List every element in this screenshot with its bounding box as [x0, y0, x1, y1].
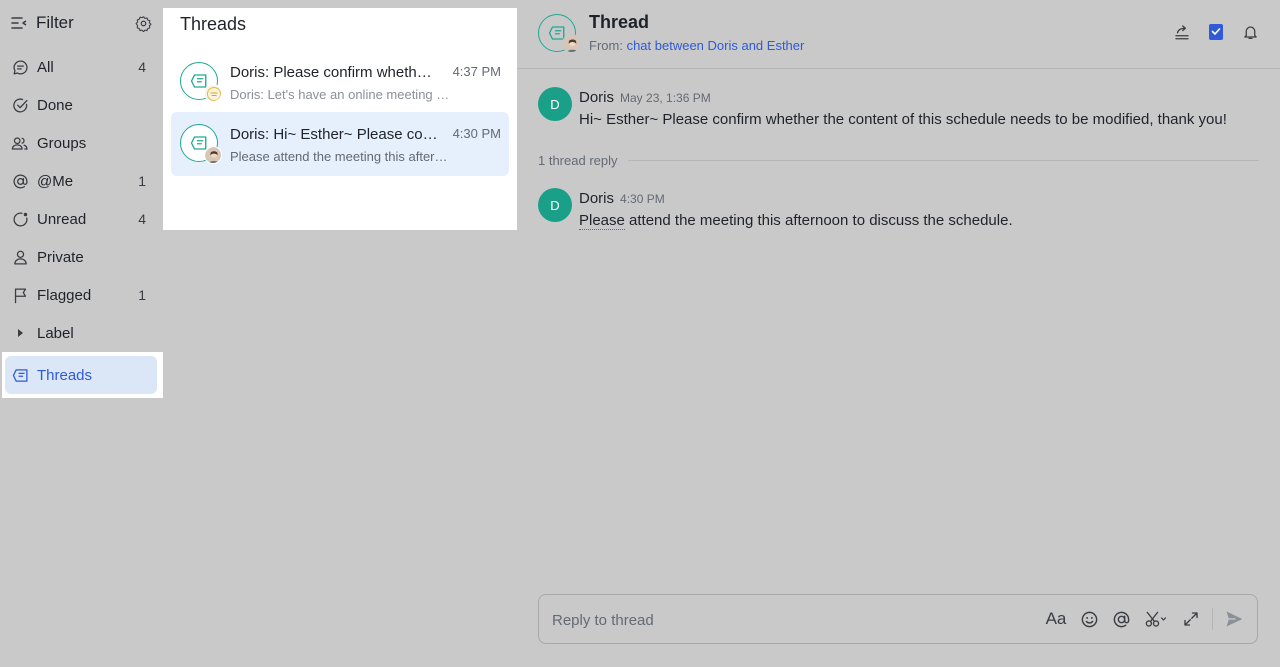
- thread-list-panel: Threads Doris: Please confirm whether th…: [163, 8, 517, 230]
- message-body: Hi~ Esther~ Please confirm whether the c…: [579, 111, 1227, 128]
- sidebar: Filter All 4 Done Groups @Me 1 Unread 4 …: [0, 0, 163, 667]
- toolbar-separator: [1212, 608, 1213, 630]
- sidebar-list: All 4 Done Groups @Me 1 Unread 4 Private: [0, 48, 163, 398]
- sidebar-item-unread[interactable]: Unread 4: [0, 200, 163, 238]
- flag-icon: [11, 286, 29, 304]
- group-avatar-icon: [204, 84, 222, 102]
- thread-preview: Doris: Let's have an online meeting to d…: [230, 87, 452, 102]
- user-avatar-icon: [204, 146, 222, 164]
- thread-view: Thread From: chat between Doris and Esth…: [517, 0, 1280, 667]
- thread-icon: [11, 366, 29, 384]
- thread-name: Doris: Hi~ Esther~ Please confirm whethe…: [230, 126, 440, 143]
- send-icon[interactable]: [1223, 607, 1245, 631]
- thread-list: Threads Doris: Please confirm whether th…: [163, 0, 517, 667]
- message-time: May 23, 1:36 PM: [620, 91, 711, 105]
- reply-count: 1 thread reply: [538, 152, 618, 168]
- sidebar-item-label: Label: [37, 324, 74, 342]
- thread-actions: [1172, 22, 1260, 42]
- expand-icon[interactable]: [1180, 607, 1202, 631]
- sidebar-item-label: Unread: [37, 210, 87, 228]
- sidebar-item-all[interactable]: All 4: [0, 48, 163, 86]
- reply-divider: 1 thread reply: [538, 152, 1259, 168]
- message-author-line: Doris 4:30 PM: [579, 190, 665, 207]
- sidebar-item-label: All: [37, 58, 54, 76]
- sidebar-item-label: @Me: [37, 172, 74, 190]
- text-format-icon[interactable]: Aa: [1044, 607, 1068, 631]
- reply-composer: Aa: [538, 594, 1258, 644]
- source-chat-link[interactable]: chat between Doris and Esther: [627, 38, 805, 53]
- filter-title: Filter: [36, 13, 74, 32]
- sidebar-item-threads[interactable]: Threads: [2, 352, 163, 398]
- sidebar-item-private[interactable]: Private: [0, 238, 163, 276]
- sidebar-item-count: 4: [138, 59, 146, 75]
- from-label: From:: [589, 38, 623, 53]
- sidebar-item-label: Threads: [37, 366, 93, 384]
- filter-icon[interactable]: [10, 14, 28, 32]
- sidebar-item-done[interactable]: Done: [0, 86, 163, 124]
- bookmark-icon[interactable]: [1206, 22, 1226, 42]
- message-body-rest: attend the meeting this afternoon to dis…: [624, 212, 1013, 229]
- thread-title: Thread: [589, 12, 650, 32]
- check-circle-icon: [11, 96, 29, 114]
- emoji-icon[interactable]: [1078, 607, 1100, 631]
- message-time: 4:30 PM: [620, 192, 665, 206]
- thread-list-item[interactable]: Doris: Please confirm whether the conten…: [171, 50, 509, 114]
- message-author[interactable]: Doris: [579, 190, 614, 207]
- sidebar-item-label: Groups: [37, 134, 87, 152]
- bell-icon[interactable]: [1240, 22, 1260, 42]
- composer-tools: Aa: [1034, 607, 1245, 631]
- avatar[interactable]: D: [538, 188, 572, 222]
- thread-time: 4:30 PM: [452, 126, 501, 141]
- thread-header: Thread From: chat between Doris and Esth…: [517, 0, 1280, 69]
- sidebar-item-label: Flagged: [37, 286, 92, 304]
- thread-source: From: chat between Doris and Esther: [589, 38, 804, 53]
- sidebar-item-flagged[interactable]: Flagged 1: [0, 276, 163, 314]
- chat-bubble-icon: [11, 58, 29, 76]
- caret-right-icon[interactable]: [11, 324, 29, 342]
- divider-line: [627, 159, 1259, 161]
- sidebar-item-count: 1: [138, 173, 146, 189]
- read-status-word[interactable]: Please: [579, 212, 625, 230]
- sidebar-item-label-group[interactable]: Label: [0, 314, 163, 352]
- sidebar-item-groups[interactable]: Groups: [0, 124, 163, 162]
- sidebar-header: Filter: [10, 12, 152, 34]
- share-icon[interactable]: [1172, 22, 1192, 42]
- thread-list-item-selected[interactable]: Doris: Hi~ Esther~ Please confirm whethe…: [171, 112, 509, 176]
- sidebar-item-label: Private: [37, 248, 84, 266]
- group-icon: [11, 134, 29, 152]
- sidebar-item-label: Done: [37, 96, 73, 114]
- reply-input[interactable]: [552, 608, 1032, 632]
- thread-list-title: Threads: [180, 14, 247, 34]
- sidebar-item-at-me[interactable]: @Me 1: [0, 162, 163, 200]
- message-author-line: Doris May 23, 1:36 PM: [579, 89, 711, 106]
- sidebar-item-threads-highlight[interactable]: Threads: [5, 356, 157, 394]
- sidebar-item-count: 1: [138, 287, 146, 303]
- thread-time: 4:37 PM: [452, 64, 501, 79]
- message-author[interactable]: Doris: [579, 89, 614, 106]
- at-icon: [11, 172, 29, 190]
- thread-preview: Please attend the meeting this afternoon…: [230, 149, 452, 164]
- thread-name: Doris: Please confirm whether the conten…: [230, 64, 440, 81]
- gear-icon[interactable]: [134, 14, 152, 32]
- avatar[interactable]: D: [538, 87, 572, 121]
- user-avatar-icon: [562, 34, 581, 53]
- scissors-icon[interactable]: [1142, 607, 1170, 631]
- unread-icon: [11, 210, 29, 228]
- message-body: Please attend the meeting this afternoon…: [579, 212, 1013, 230]
- person-icon: [11, 248, 29, 266]
- sidebar-item-count: 4: [138, 211, 146, 227]
- mention-icon[interactable]: [1110, 607, 1132, 631]
